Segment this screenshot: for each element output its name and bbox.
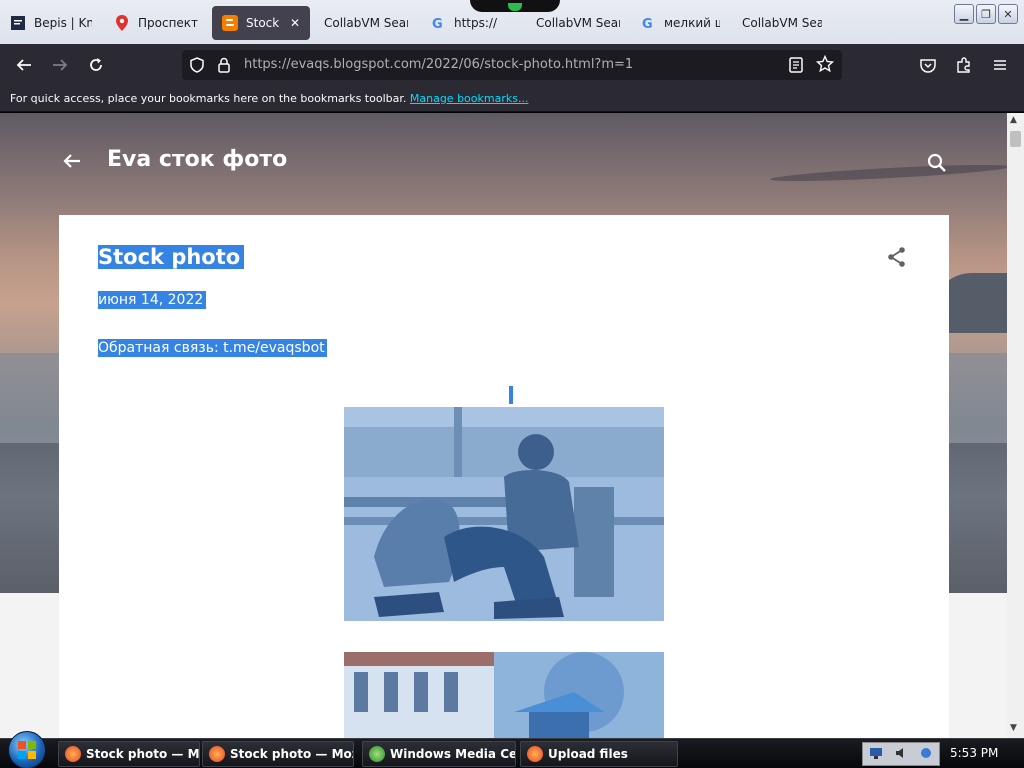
- taskbar-item-firefox-1[interactable]: Stock photo — Mozil...: [58, 741, 200, 767]
- post-photo-boy-on-bench[interactable]: [344, 407, 664, 621]
- tab-label: https://: [454, 16, 498, 30]
- tab-label: CollabVM Sear: [324, 16, 408, 30]
- tab-label: CollabVM Sear: [536, 16, 620, 30]
- taskbar-item-media-center[interactable]: Windows Media Cen...: [362, 741, 516, 767]
- blogger-icon: [222, 15, 238, 31]
- restore-icon: ❐: [981, 7, 991, 21]
- blog-header: Eva сток фото: [0, 113, 1007, 213]
- bookmarks-message: For quick access, place your bookmarks h…: [10, 92, 407, 105]
- navigation-toolbar: https://evaqs.blogspot.com/2022/06/stock…: [0, 44, 1024, 86]
- close-window-button[interactable]: ✕: [998, 4, 1018, 24]
- back-to-blog-button[interactable]: [60, 149, 84, 173]
- volume-icon[interactable]: [894, 746, 908, 763]
- minimize-button[interactable]: ▁: [954, 4, 974, 24]
- tab-label: Stock ph: [246, 16, 282, 30]
- forward-button[interactable]: [48, 53, 72, 77]
- hamburger-menu-icon: [994, 60, 1006, 70]
- vertical-scrollbar[interactable]: ▲ ▼: [1007, 113, 1024, 738]
- url-bar[interactable]: https://evaqs.blogspot.com/2022/06/stock…: [182, 50, 842, 80]
- reload-button[interactable]: [84, 53, 108, 77]
- post-feedback-text: Обратная связь: t.me/evaqsbot: [98, 339, 327, 357]
- firefox-icon: [209, 746, 225, 762]
- photo-image: [344, 407, 664, 621]
- puzzle-icon: [957, 57, 970, 73]
- window-controls: ▁ ❐ ✕: [954, 4, 1018, 24]
- tab-google-url[interactable]: G https://: [420, 6, 526, 40]
- tab-label: Верis | Kno: [34, 16, 92, 30]
- taskbar-item-label: Stock photo — Mozil...: [86, 747, 200, 761]
- close-icon[interactable]: ✕: [290, 16, 300, 30]
- url-text[interactable]: https://evaqs.blogspot.com/2022/06/stock…: [244, 57, 633, 72]
- tab-collabvm-2[interactable]: CollabVM Sear: [526, 6, 630, 40]
- post-title: Stock photo: [98, 245, 245, 269]
- post-card: Stock photo июня 14, 2022 Обратная связь…: [59, 215, 949, 738]
- windows-media-center-icon: [369, 746, 385, 762]
- text-selection-caret: [509, 386, 513, 404]
- firefox-icon: [65, 746, 81, 762]
- tab-stock-photo[interactable]: Stock ph ✕: [212, 6, 310, 40]
- upload-icon: [527, 746, 543, 762]
- tab-prospekt[interactable]: Проспект: [104, 6, 208, 40]
- tab-label: CollabVM Sear: [742, 16, 822, 30]
- search-button[interactable]: [925, 151, 949, 175]
- reload-icon: [90, 58, 102, 71]
- tab-label: Проспект: [138, 16, 198, 30]
- blog-title[interactable]: Eva сток фото: [107, 147, 287, 172]
- scroll-up-icon[interactable]: ▲: [1010, 115, 1017, 125]
- minimize-icon: ▁: [959, 7, 969, 21]
- tab-collabvm-3[interactable]: CollabVM Sear: [732, 6, 832, 40]
- taskbar-item-firefox-2[interactable]: Stock photo — Mozil...: [202, 741, 354, 767]
- clock[interactable]: 5:53 PM: [950, 746, 998, 760]
- scroll-down-icon[interactable]: ▼: [1010, 723, 1017, 733]
- tab-google-font[interactable]: G мелкий шр: [630, 6, 730, 40]
- photo-image: [344, 652, 664, 738]
- network-icon[interactable]: [869, 746, 883, 763]
- google-icon: G: [430, 15, 446, 31]
- restore-button[interactable]: ❐: [976, 4, 996, 24]
- back-button[interactable]: [12, 53, 36, 77]
- tab-label: мелкий шр: [664, 16, 720, 30]
- taskbar-item-label: Windows Media Cen...: [390, 747, 515, 761]
- forward-arrow-icon: [53, 59, 68, 71]
- close-icon: ✕: [1003, 7, 1013, 21]
- pocket-icon: [920, 59, 936, 73]
- menu-button[interactable]: [988, 53, 1012, 77]
- svg-text:G: G: [432, 17, 443, 30]
- arrow-left-icon: [63, 154, 80, 168]
- taskbar-item-upload-files[interactable]: Upload files: [520, 741, 678, 767]
- post-photo-building[interactable]: [344, 652, 664, 738]
- reader-view-icon[interactable]: [788, 56, 804, 77]
- page-viewport: Eva сток фото Stock photo июня 14, 2022 …: [0, 113, 1007, 738]
- windows-logo-icon: [18, 741, 36, 759]
- url-path: /2022/06/stock-photo.html?m=1: [421, 57, 634, 72]
- url-host: https://evaqs.blogspot.com: [244, 57, 422, 72]
- manage-bookmarks-link[interactable]: Manage bookmarks...: [410, 92, 529, 105]
- google-icon: G: [640, 15, 656, 31]
- bookmarks-toolbar: For quick access, place your bookmarks h…: [0, 86, 1024, 112]
- extensions-button[interactable]: [952, 53, 976, 77]
- map-pin-icon: [114, 15, 130, 31]
- bookmark-star-icon[interactable]: [815, 54, 835, 76]
- bookmark-site-icon: [10, 15, 26, 31]
- start-button[interactable]: [8, 731, 46, 768]
- lock-icon[interactable]: [216, 56, 232, 77]
- post-date[interactable]: июня 14, 2022: [98, 291, 207, 309]
- shield-icon[interactable]: [188, 56, 206, 77]
- back-arrow-icon: [16, 59, 31, 71]
- tab-knowledge[interactable]: Верis | Kno: [0, 6, 102, 40]
- taskbar-item-label: Upload files: [548, 747, 628, 761]
- taskbar-item-label: Stock photo — Mozil...: [230, 747, 353, 761]
- share-icon: [888, 247, 905, 267]
- svg-text:G: G: [642, 17, 653, 30]
- tab-collabvm-1[interactable]: CollabVM Sear: [314, 6, 418, 40]
- search-icon: [927, 153, 946, 172]
- action-center-icon[interactable]: [919, 746, 933, 763]
- tab-strip: Верis | Kno Проспект Stock ph ✕ CollabVM…: [0, 0, 1024, 44]
- system-tray: [862, 742, 940, 766]
- scrollbar-thumb[interactable]: [1010, 131, 1021, 147]
- share-button[interactable]: [885, 245, 909, 269]
- windows-taskbar: Stock photo — Mozil... Stock photo — Moz…: [0, 731, 1024, 768]
- pocket-button[interactable]: [916, 53, 940, 77]
- mountain-decoration: [940, 273, 1007, 333]
